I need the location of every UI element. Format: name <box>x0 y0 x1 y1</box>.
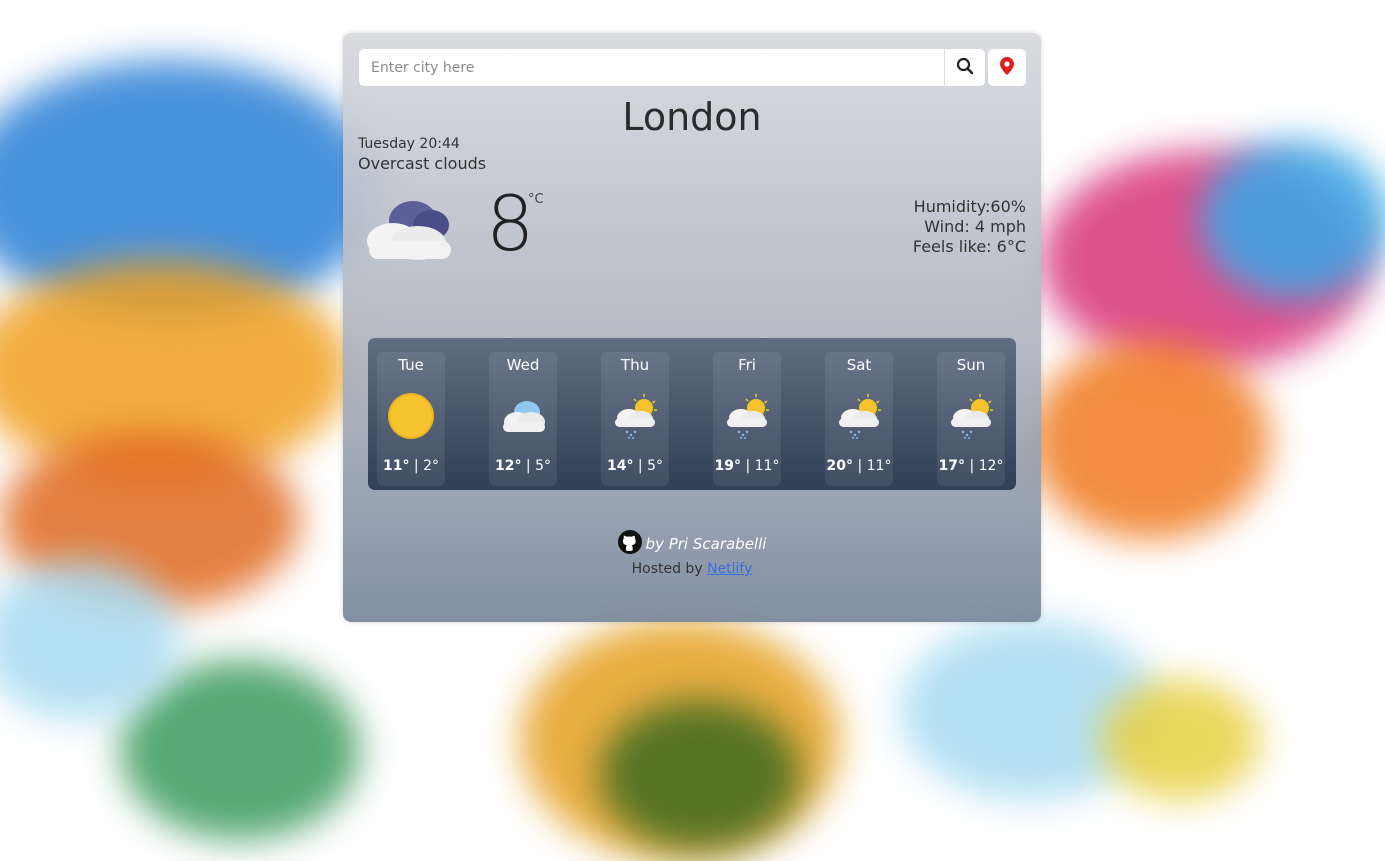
forecast-day: Fri 19° | 11° <box>713 352 781 486</box>
forecast-day: Thu 14° | 5° <box>601 352 669 486</box>
weather-description: Overcast clouds <box>358 154 487 173</box>
city-name: London <box>622 95 762 139</box>
forecast-panel: Tue 11° | 2° Wed 12° | 5° Thu 14° | 5° F… <box>368 338 1016 490</box>
forecast-day: Sat 20° | 11° <box>825 352 893 486</box>
sun-cloud-rain-icon <box>947 392 995 440</box>
weather-details: Humidity:60% Wind: 4 mph Feels like: 6°C <box>913 197 1026 257</box>
author-name[interactable]: by Pri Scarabelli <box>646 535 767 553</box>
forecast-temps: 20° | 11° <box>826 458 892 474</box>
forecast-day: Tue 11° | 2° <box>377 352 445 486</box>
wind: Wind: 4 mph <box>924 217 1026 236</box>
forecast-temps: 17° | 12° <box>938 458 1004 474</box>
sun-cloud-rain-icon <box>611 392 659 440</box>
overcast-cloud-icon <box>363 193 458 263</box>
github-icon[interactable] <box>617 530 642 558</box>
search-icon <box>956 57 974 78</box>
forecast-temps: 14° | 5° <box>606 458 664 474</box>
hosted-by-label: Hosted by <box>631 561 703 577</box>
humidity: Humidity:60% <box>913 197 1026 216</box>
forecast-day-name: Sat <box>846 356 872 374</box>
forecast-day-name: Sun <box>956 356 986 374</box>
current-location-button[interactable] <box>988 49 1026 86</box>
forecast-day-name: Fri <box>738 356 756 374</box>
temperature-unit[interactable]: °C <box>528 192 544 207</box>
feels-like: Feels like: 6°C <box>912 237 1026 256</box>
cloud-icon <box>499 392 547 440</box>
forecast-day: Sun 17° | 12° <box>937 352 1005 486</box>
date-time: Tuesday 20:44 <box>358 136 460 152</box>
forecast-day: Wed 12° | 5° <box>489 352 557 486</box>
forecast-day-name: Tue <box>398 356 424 374</box>
location-pin-icon <box>1000 57 1014 78</box>
netlify-link[interactable]: Netlify <box>707 561 752 577</box>
search-bar <box>359 49 1026 86</box>
author-credit: by Pri Scarabelli <box>343 530 1041 558</box>
hosting-credit: Hosted by Netlify <box>343 561 1041 577</box>
search-input[interactable] <box>359 49 944 86</box>
forecast-day-name: Wed <box>506 356 540 374</box>
sun-cloud-rain-icon <box>835 392 883 440</box>
forecast-temps: 12° | 5° <box>494 458 552 474</box>
forecast-temps: 19° | 11° <box>714 458 780 474</box>
search-button[interactable] <box>944 49 985 86</box>
forecast-temps: 11° | 2° <box>382 458 440 474</box>
weather-card: London Tuesday 20:44 Overcast clouds 8 °… <box>343 33 1041 622</box>
sun-icon <box>387 392 435 440</box>
sun-cloud-rain-icon <box>723 392 771 440</box>
forecast-day-name: Thu <box>620 356 650 374</box>
